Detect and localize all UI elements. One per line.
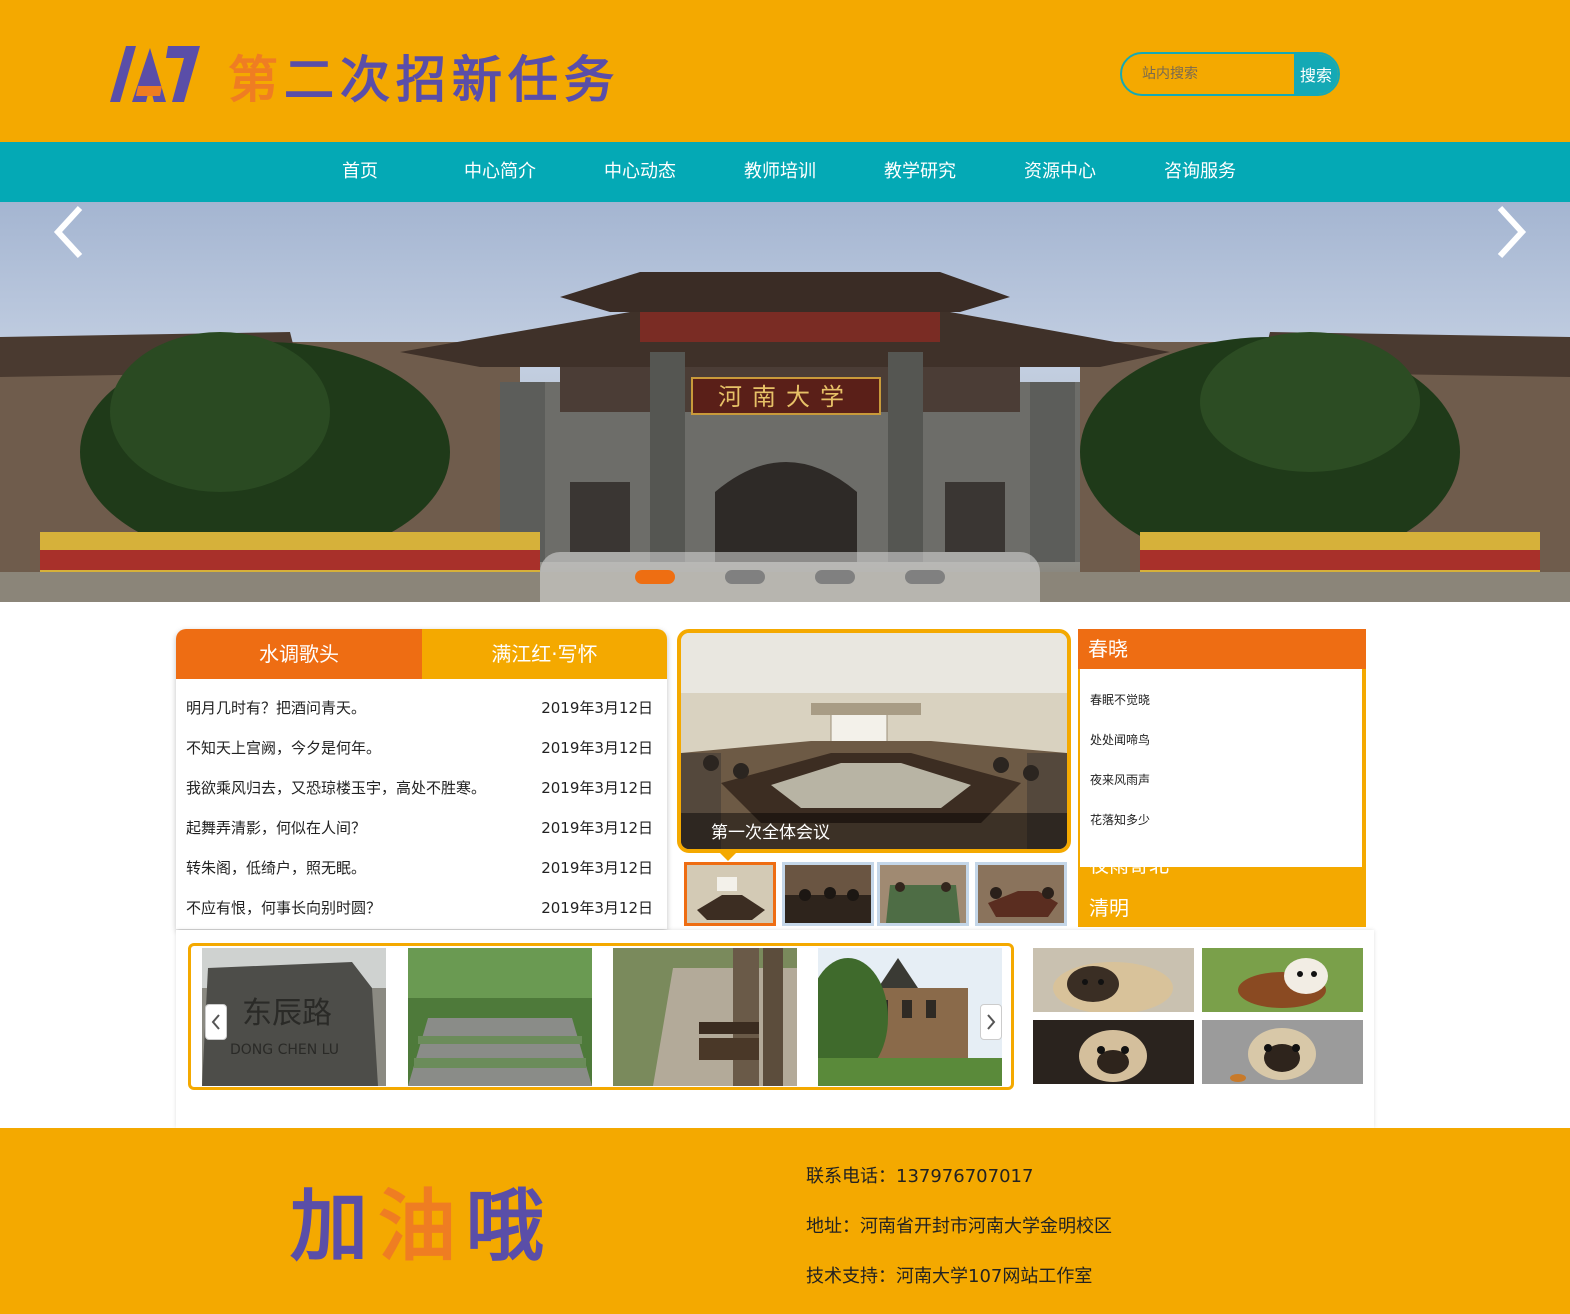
- dog-photo-4[interactable]: [1202, 1020, 1363, 1084]
- list-item[interactable]: 夜来风雨声: [1090, 771, 1150, 788]
- dog-photo-3[interactable]: [1033, 1020, 1194, 1084]
- footer-tech-support: 技术支持：河南大学107网站工作室: [806, 1266, 1093, 1287]
- list-item-date: 2019年3月12日: [541, 779, 653, 797]
- list-item[interactable]: 转朱阁，低绮户，照无眠。 2019年3月12日: [176, 848, 667, 888]
- footer-address: 地址：河南省开封市河南大学金明校区: [806, 1216, 1112, 1237]
- list-item-date: 2019年3月12日: [541, 739, 653, 757]
- site-title-first-char: 第: [228, 50, 284, 109]
- hero-next-arrow-icon[interactable]: [1490, 202, 1530, 262]
- list-item[interactable]: 明月几时有？把酒问青天。 2019年3月12日: [176, 688, 667, 728]
- side-link-yeyu-jibei[interactable]: 夜雨寄北: [1089, 849, 1169, 878]
- nav-item-home[interactable]: 首页: [290, 142, 430, 202]
- nav-item-research[interactable]: 教学研究: [850, 142, 990, 202]
- list-item-title: 不应有恨，何事长向别时圆？: [186, 899, 382, 917]
- site-title-rest: 二次招新任务: [284, 50, 620, 109]
- list-item-title: 我欲乘风归去，又恐琼楼玉宇，高处不胜寒。: [186, 779, 487, 797]
- site-footer: 加油哦 联系电话：137976707017 地址：河南省开封市河南大学金明校区 …: [0, 1128, 1570, 1314]
- side-panel-title: 春晓: [1078, 629, 1366, 669]
- footer-phone: 联系电话：137976707017: [806, 1166, 1034, 1187]
- gallery-caption: 第一次全体会议: [711, 823, 830, 843]
- footer-slogan: 加油哦: [290, 1164, 554, 1276]
- list-item[interactable]: 春眠不觉晓: [1090, 691, 1150, 708]
- list-item[interactable]: 不应有恨，何事长向别时圆？ 2019年3月12日: [176, 888, 667, 928]
- nav-item-consulting[interactable]: 咨询服务: [1130, 142, 1270, 202]
- gallery-thumb-3[interactable]: [877, 862, 969, 926]
- list-item[interactable]: 起舞弄清影，何似在人间？ 2019年3月12日: [176, 808, 667, 848]
- carousel-image-old-building[interactable]: [818, 948, 1002, 1086]
- list-item[interactable]: 花落知多少: [1090, 811, 1150, 828]
- site-logo[interactable]: [106, 40, 202, 104]
- hero-dots-bar: [540, 552, 1040, 602]
- nav-item-news[interactable]: 中心动态: [570, 142, 710, 202]
- carousel-image-road-sign[interactable]: 东辰路 DONG CHEN LU: [202, 948, 386, 1086]
- dog-photo-1[interactable]: [1033, 948, 1194, 1012]
- list-item-title: 不知天上宫阙，今夕是何年。: [186, 739, 382, 757]
- list-item[interactable]: 不知天上宫阙，今夕是何年。 2019年3月12日: [176, 728, 667, 768]
- list-item-date: 2019年3月12日: [541, 859, 653, 877]
- hero-dot-3[interactable]: [815, 570, 855, 584]
- side-link-qingming[interactable]: 清明: [1089, 892, 1129, 921]
- road-sign-text: 东辰路: [242, 996, 332, 1031]
- nav-item-resources[interactable]: 资源中心: [990, 142, 1130, 202]
- list-item[interactable]: 我欲乘风归去，又恐琼楼玉宇，高处不胜寒。 2019年3月12日: [176, 768, 667, 808]
- hero-dot-4[interactable]: [905, 570, 945, 584]
- road-sign-subtext: DONG CHEN LU: [230, 1042, 339, 1058]
- list-item-date: 2019年3月12日: [541, 899, 653, 917]
- hero-prev-arrow-icon[interactable]: [50, 202, 90, 262]
- list-item-title: 起舞弄清影，何似在人间？: [186, 819, 367, 837]
- search-box: 搜索: [1120, 52, 1340, 96]
- carousel-next-arrow-icon[interactable]: [980, 1004, 1002, 1040]
- gallery-thumb-1[interactable]: [684, 862, 776, 926]
- list-item-date: 2019年3月12日: [541, 699, 653, 717]
- hero-banner: 河南大学: [0, 202, 1570, 602]
- footer-slogan-part-2: 油: [378, 1181, 467, 1272]
- poem-side-panel: 春晓 春眠不觉晓 处处闻啼鸟 夜来风雨声 花落知多少 夜雨寄北 清明: [1078, 629, 1366, 927]
- tab-manjianghong[interactable]: 满江红·写怀: [422, 629, 667, 679]
- list-item-title: 明月几时有？把酒问青天。: [186, 699, 367, 717]
- list-item[interactable]: 处处闻啼鸟: [1090, 731, 1150, 748]
- poem-tabs-panel: 水调歌头 满江红·写怀 明月几时有？把酒问青天。 2019年3月12日 不知天上…: [176, 629, 667, 929]
- hero-dot-2[interactable]: [725, 570, 765, 584]
- list-item-title: 转朱阁，低绮户，照无眠。: [186, 859, 367, 877]
- nav-item-about[interactable]: 中心简介: [430, 142, 570, 202]
- hero-dot-1[interactable]: [635, 570, 675, 584]
- gallery-thumb-2[interactable]: [782, 862, 874, 926]
- footer-slogan-part-3: 哦: [466, 1181, 555, 1272]
- meeting-photo-main[interactable]: 第一次全体会议: [677, 629, 1071, 853]
- gallery-thumb-4[interactable]: [975, 862, 1067, 926]
- dog-photo-2[interactable]: [1202, 948, 1363, 1012]
- search-input[interactable]: [1122, 54, 1296, 94]
- site-title: 第二次招新任务: [228, 40, 620, 112]
- tab-shuidiao-getou[interactable]: 水调歌头: [176, 629, 422, 679]
- main-nav: 首页 中心简介 中心动态 教师培训 教学研究 资源中心 咨询服务: [0, 142, 1570, 202]
- campus-gate-image: 河南大学: [0, 272, 1570, 602]
- active-thumb-pointer: [720, 853, 736, 861]
- nav-item-teacher-training[interactable]: 教师培训: [710, 142, 850, 202]
- carousel-image-stone-path[interactable]: [408, 948, 592, 1086]
- campus-carousel: 东辰路 DONG CHEN LU: [188, 943, 1014, 1090]
- list-item-date: 2019年3月12日: [541, 819, 653, 837]
- carousel-image-bench[interactable]: [613, 948, 797, 1086]
- site-header: 第二次招新任务 搜索: [0, 0, 1570, 142]
- search-button[interactable]: 搜索: [1294, 54, 1338, 94]
- carousel-prev-arrow-icon[interactable]: [205, 1004, 227, 1040]
- footer-slogan-part-1: 加: [290, 1181, 379, 1272]
- gate-sign-text: 河南大学: [718, 383, 854, 411]
- side-panel-list: 春眠不觉晓 处处闻啼鸟 夜来风雨声 花落知多少: [1080, 669, 1362, 867]
